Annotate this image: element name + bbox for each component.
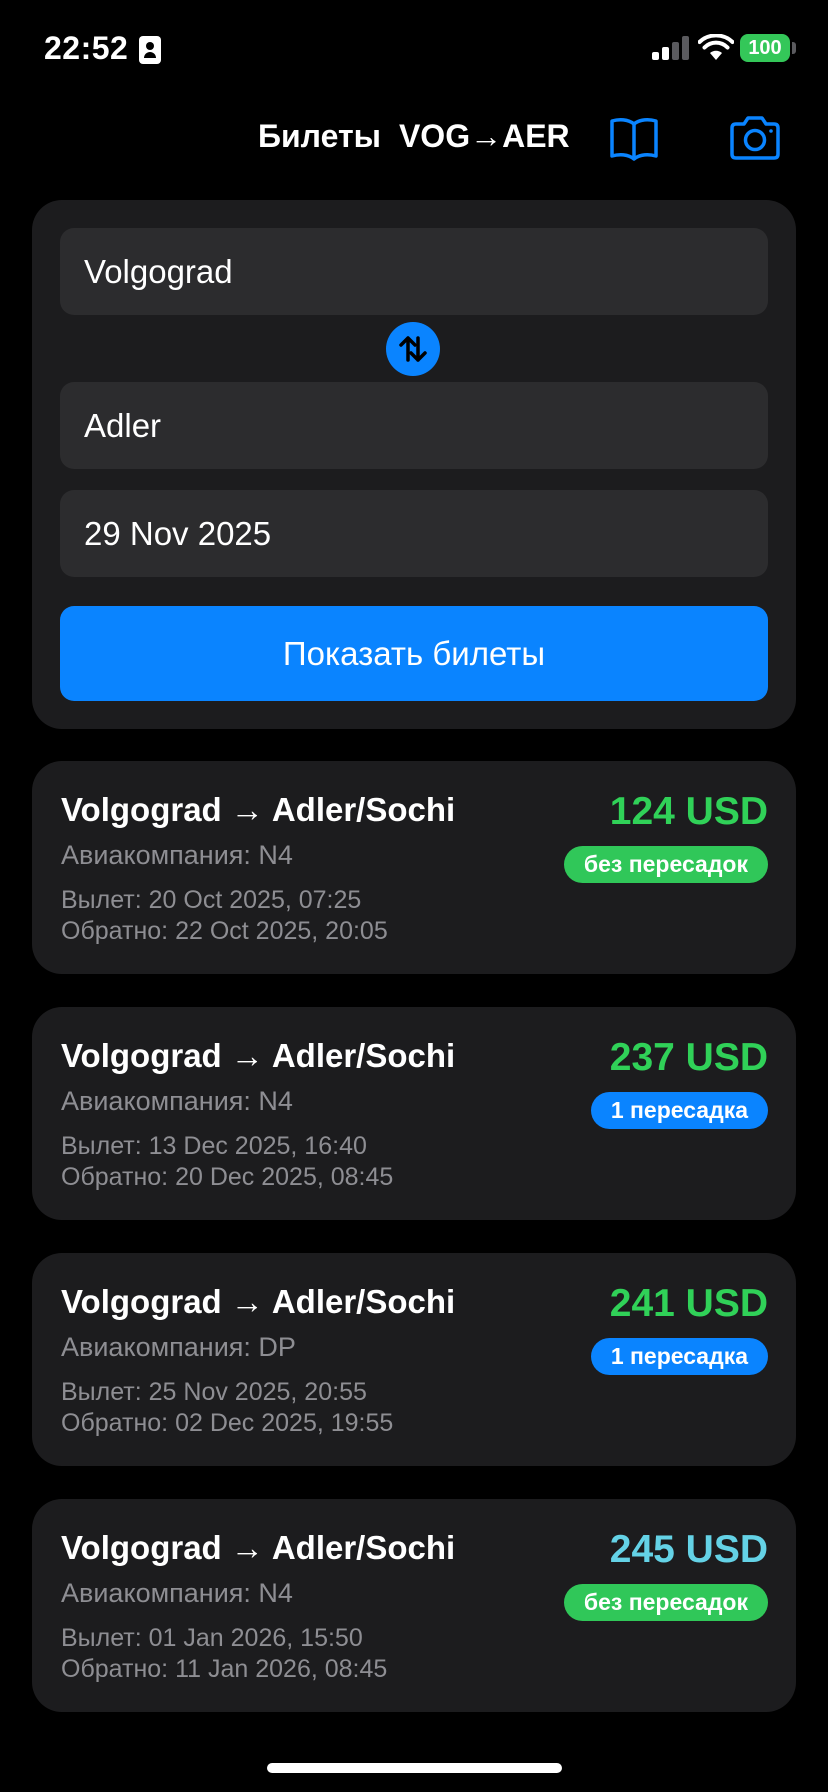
ticket-card[interactable]: Volgograd → Adler/Sochi Авиакомпания: N4… xyxy=(32,1007,796,1220)
date-field[interactable]: 29 Nov 2025 xyxy=(60,490,768,577)
ticket-airline: Авиакомпания: N4 xyxy=(61,840,293,870)
ticket-price: 124 USD xyxy=(609,790,768,833)
ticket-price: 237 USD xyxy=(609,1036,768,1079)
swap-button[interactable] xyxy=(386,322,440,376)
stops-badge: без пересадок xyxy=(563,846,768,883)
ticket-return: Обратно: 11 Jan 2026, 08:45 xyxy=(61,1655,388,1683)
id-card-icon xyxy=(139,36,161,64)
ticket-route: Volgograd → Adler/Sochi xyxy=(61,1529,456,1566)
route-code: VOG→AER xyxy=(398,118,570,154)
wifi-icon xyxy=(698,34,734,60)
to-field[interactable]: Adler xyxy=(60,382,768,469)
home-indicator[interactable] xyxy=(267,1763,562,1773)
ticket-return: Обратно: 02 Dec 2025, 19:55 xyxy=(61,1409,394,1437)
status-time: 22:52 xyxy=(44,30,129,66)
ticket-airline: Авиакомпания: N4 xyxy=(61,1086,293,1116)
stops-badge: 1 пересадка xyxy=(590,1338,768,1375)
battery-icon: 100 xyxy=(740,34,790,62)
cellular-signal-icon xyxy=(652,36,692,60)
ticket-card[interactable]: Volgograd → Adler/Sochi Авиакомпания: N4… xyxy=(32,761,796,974)
camera-icon[interactable] xyxy=(728,114,782,162)
battery-cap xyxy=(792,42,796,54)
from-field[interactable]: Volgograd xyxy=(60,228,768,315)
ticket-departure: Вылет: 20 Oct 2025, 07:25 xyxy=(61,886,362,914)
ticket-card[interactable]: Volgograd → Adler/Sochi Авиакомпания: DP… xyxy=(32,1253,796,1466)
page-title-text: Билеты xyxy=(258,118,381,154)
ticket-airline: Авиакомпания: DP xyxy=(61,1332,296,1362)
show-tickets-button[interactable]: Показать билеты xyxy=(60,606,768,701)
ticket-price: 245 USD xyxy=(609,1528,768,1571)
ticket-route: Volgograd → Adler/Sochi xyxy=(61,1037,456,1074)
search-form: Volgograd Adler 29 Nov 2025 Показать бил… xyxy=(32,200,796,729)
ticket-departure: Вылет: 25 Nov 2025, 20:55 xyxy=(61,1378,367,1406)
ticket-departure: Вылет: 01 Jan 2026, 15:50 xyxy=(61,1624,363,1652)
stops-badge: 1 пересадка xyxy=(590,1092,768,1129)
ticket-airline: Авиакомпания: N4 xyxy=(61,1578,293,1608)
ticket-card[interactable]: Volgograd → Adler/Sochi Авиакомпания: N4… xyxy=(32,1499,796,1712)
book-icon[interactable] xyxy=(609,114,659,162)
ticket-price: 241 USD xyxy=(609,1282,768,1325)
swap-arrows-icon xyxy=(399,336,427,362)
status-bar: 22:52 100 xyxy=(0,0,828,100)
page-title: Билеты VOG→AER xyxy=(258,118,570,155)
ticket-departure: Вылет: 13 Dec 2025, 16:40 xyxy=(61,1132,367,1160)
ticket-route: Volgograd → Adler/Sochi xyxy=(61,791,456,828)
ticket-route: Volgograd → Adler/Sochi xyxy=(61,1283,456,1320)
stops-badge: без пересадок xyxy=(563,1584,768,1621)
ticket-return: Обратно: 22 Oct 2025, 20:05 xyxy=(61,917,388,945)
ticket-return: Обратно: 20 Dec 2025, 08:45 xyxy=(61,1163,394,1191)
